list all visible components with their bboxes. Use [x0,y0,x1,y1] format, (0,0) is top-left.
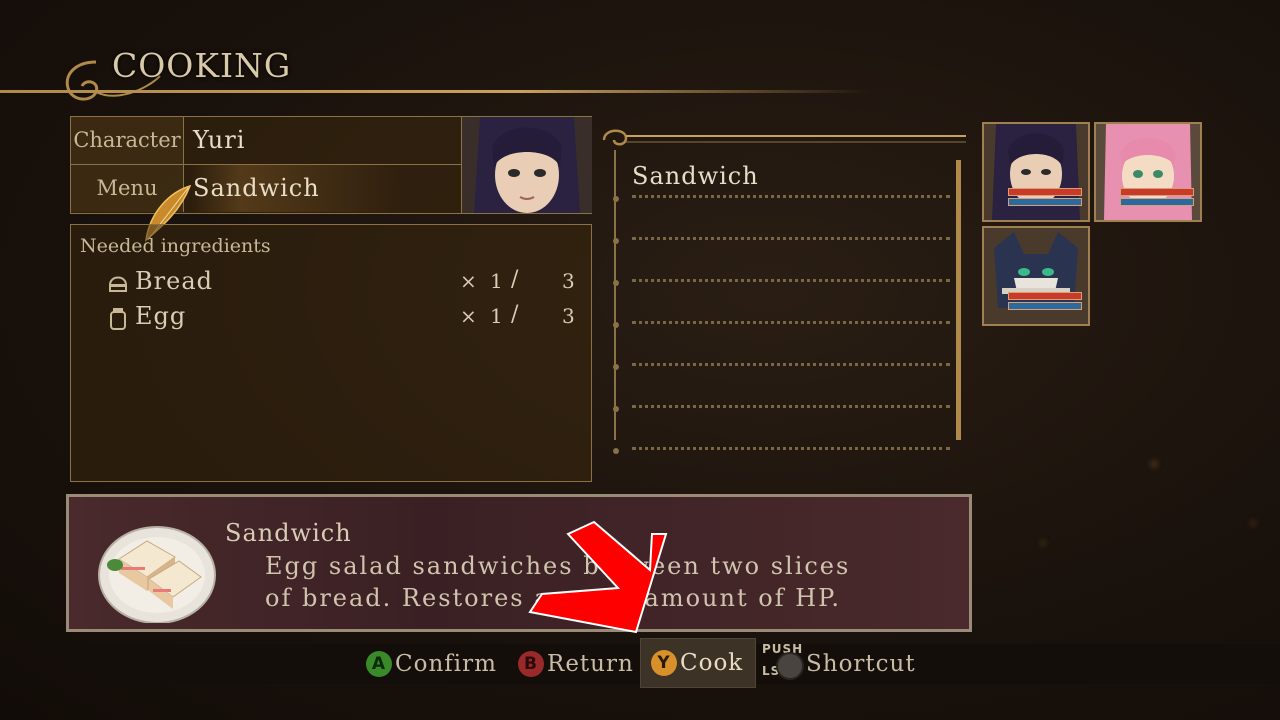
recipe-list-item[interactable] [613,408,950,454]
ingredient-row: Egg × 1 / 3 [107,302,577,334]
controls-bar: A Confirm B Return Y Cook PUSH LS Shortc… [0,638,1280,688]
return-button[interactable]: B Return [518,644,634,684]
ingredient-name: Egg [135,302,187,330]
description-title: Sandwich [225,519,352,547]
sandwich-plate-image [98,526,216,623]
ingredient-need: 3 [562,304,575,328]
character-row[interactable]: Character Yuri [71,117,461,165]
cook-label: Cook [680,650,744,676]
ambient-spark [1150,460,1158,468]
recipe-list-item[interactable] [613,324,950,370]
list-left-line [614,150,616,440]
recipe-list-item[interactable] [613,366,950,412]
ingredient-have: 1 [490,304,503,328]
recipe-name: Sandwich [632,162,759,190]
character-value: Yuri [193,126,246,154]
return-label: Return [547,651,634,677]
ingredient-need: 3 [562,269,575,293]
ingredient-slash: / [511,302,519,327]
party-member-card-estelle[interactable] [1094,122,1202,222]
ls-stick-icon: PUSH LS [762,642,806,684]
recipe-list-item[interactable] [613,198,950,244]
ingredients-heading: Needed ingredients [80,235,271,257]
bread-icon [108,276,128,292]
character-label: Character [71,117,184,164]
ingredient-row: Bread × 1 / 3 [107,267,577,299]
ambient-spark [1040,540,1046,546]
list-ornament [602,129,966,146]
egg-icon [110,308,126,330]
menu-value: Sandwich [193,174,320,202]
description-panel: Sandwich Egg salad sandwiches between tw… [66,494,972,632]
cook-button[interactable]: Y Cook [640,638,757,688]
tp-bar [1008,198,1082,206]
recipe-list-item[interactable] [613,240,950,286]
hp-bar [1008,292,1082,300]
tp-bar [1008,302,1082,310]
party-member-card-yuri[interactable] [982,122,1090,222]
ingredients-panel: Needed ingredients Bread × 1 / 3 Egg × 1… [70,224,592,482]
shortcut-label: Shortcut [806,651,916,677]
red-arrow-pointer-icon [528,520,668,634]
ingredient-times: × [460,269,477,293]
hp-bar [1120,188,1194,196]
ambient-spark [1250,520,1256,526]
hp-bar [1008,188,1082,196]
y-button-icon: Y [651,650,677,676]
a-button-icon: A [366,651,392,677]
ingredient-name: Bread [135,267,213,295]
list-scrollbar[interactable] [956,160,961,440]
ingredient-times: × [460,304,477,328]
recipe-list-item[interactable]: Sandwich [613,156,950,202]
b-button-icon: B [518,651,544,677]
confirm-label: Confirm [395,651,497,677]
confirm-button[interactable]: A Confirm [366,644,497,684]
ingredient-slash: / [511,267,519,292]
ingredient-have: 1 [490,269,503,293]
recipe-list-item[interactable] [613,282,950,328]
page-title: COOKING [112,46,292,85]
character-portrait [461,117,592,213]
menu-row[interactable]: Menu Sandwich [71,165,461,212]
shortcut-button[interactable]: PUSH LS Shortcut [762,642,916,684]
tp-bar [1120,198,1194,206]
party-member-card-repede[interactable] [982,226,1090,326]
header-line [0,90,870,93]
